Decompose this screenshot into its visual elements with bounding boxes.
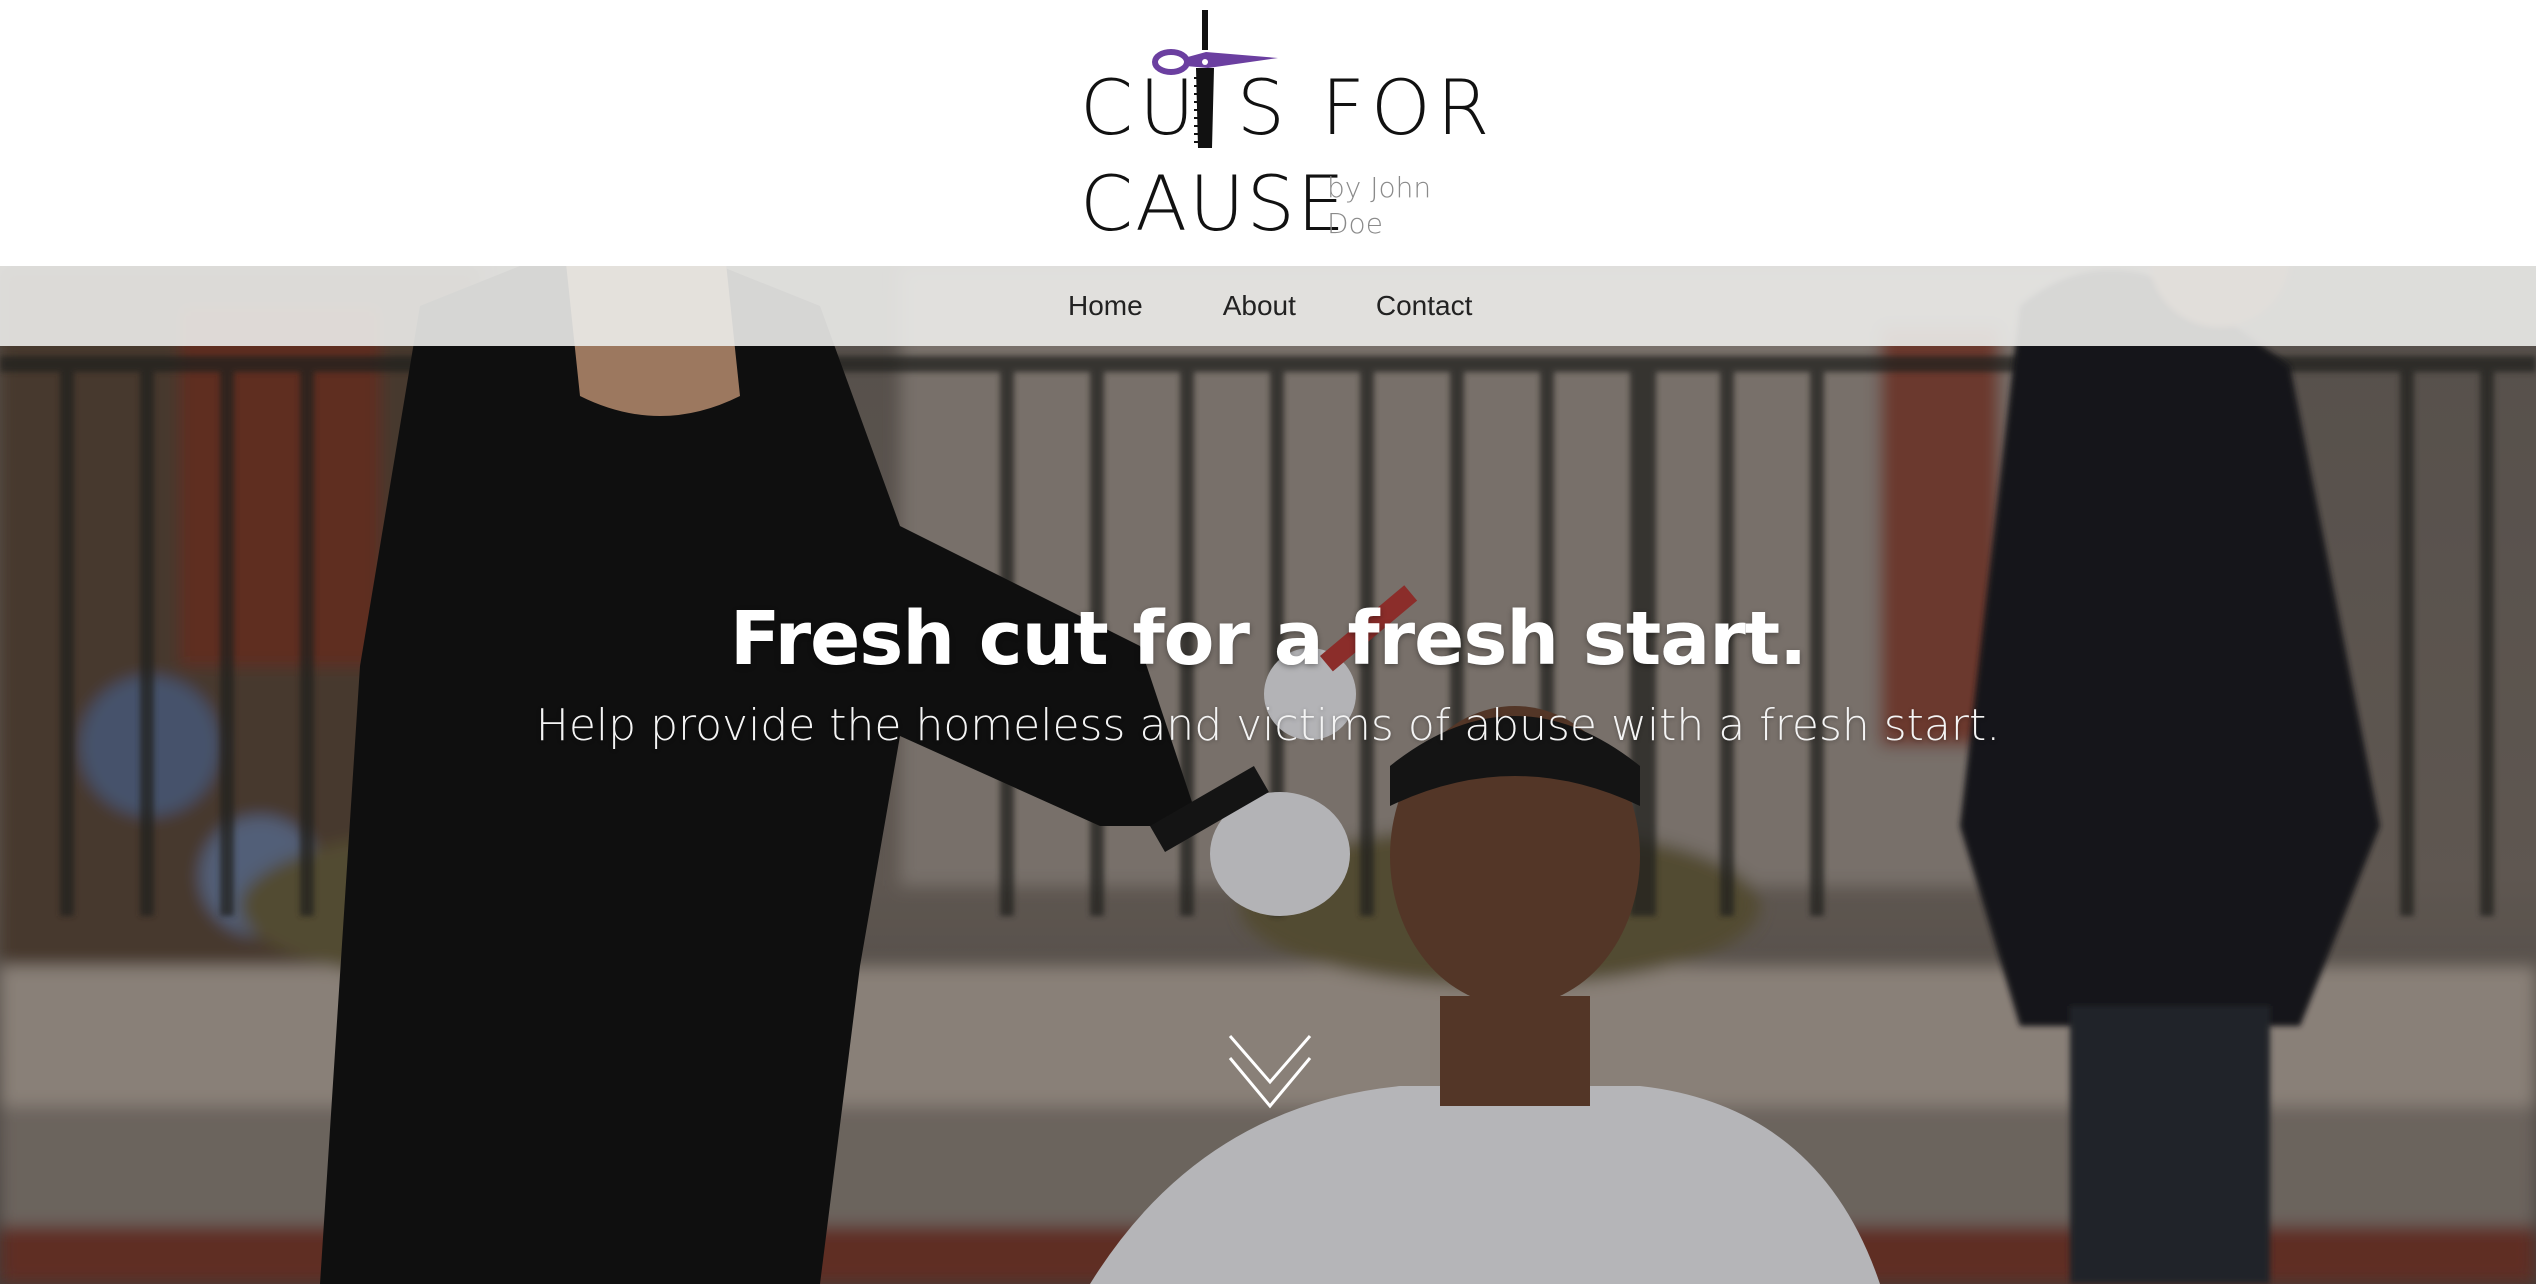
- site-header: CU S FOR CAUSE by John Doe: [0, 0, 2536, 266]
- logo-byline: by John Doe: [1327, 171, 1432, 240]
- logo-text-line2: CAUSE: [1080, 159, 1347, 248]
- hero-overlay: [0, 266, 2536, 1284]
- main-nav: Home About Contact: [0, 266, 2536, 346]
- nav-about-link[interactable]: About: [1223, 290, 1296, 322]
- chevron-down-icon[interactable]: [1226, 1032, 1314, 1112]
- page: CU S FOR CAUSE by John Doe Home About Con…: [0, 0, 2536, 1284]
- hero-section: Fresh cut for a fresh start. Help provid…: [0, 266, 2536, 1284]
- nav-home-link[interactable]: Home: [1068, 290, 1143, 322]
- site-logo[interactable]: CU S FOR CAUSE by John Doe: [1078, 8, 1489, 248]
- logo-text-line1: CU S FOR: [1080, 63, 1496, 152]
- hero-subtitle: Help provide the homeless and victims of…: [535, 700, 2001, 751]
- nav-list: Home About Contact: [1068, 266, 1472, 346]
- hero-title: Fresh cut for a fresh start.: [729, 595, 1807, 682]
- nav-contact-link[interactable]: Contact: [1376, 290, 1473, 322]
